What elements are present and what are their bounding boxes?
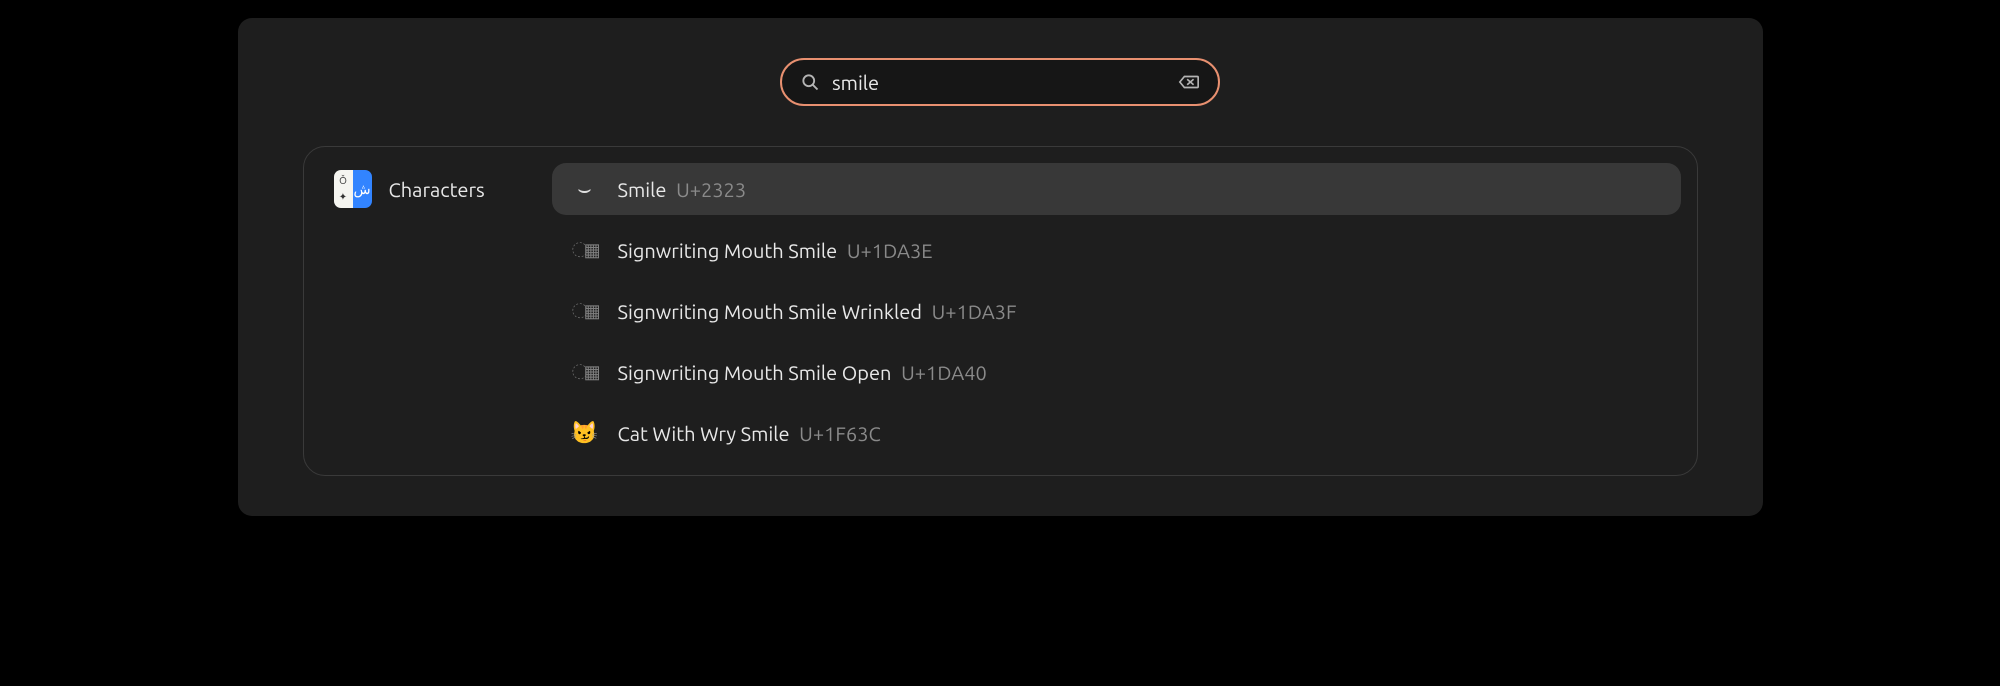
result-text: Signwriting Mouth Smile Open U+1DA40 [618,361,987,384]
result-name: Cat With Wry Smile [618,422,790,445]
result-text: Cat With Wry Smile U+1F63C [618,422,881,445]
result-name: Signwriting Mouth Smile Wrinkled [618,300,922,323]
characters-app-icon: Ǒ ✦ ش [334,170,372,208]
result-glyph: ⌣ [570,174,600,204]
category-label: Characters [389,178,485,201]
result-name: Signwriting Mouth Smile [618,239,838,262]
result-code: U+1DA3F [932,300,1017,323]
result-item[interactable]: ⌣ Smile U+2323 [552,163,1681,215]
overview-search-window: Ǒ ✦ ش Characters ⌣ Smile U+2323 ◌▦ Signwrit… [238,18,1763,516]
result-code: U+1F63C [799,422,881,445]
search-box[interactable] [780,58,1220,106]
category-characters[interactable]: Ǒ ✦ ش Characters [320,163,552,215]
result-text: Signwriting Mouth Smile U+1DA3E [618,239,933,262]
result-glyph: ◌▦ [570,357,600,387]
result-text: Signwriting Mouth Smile Wrinkled U+1DA3F [618,300,1017,323]
result-text: Smile U+2323 [618,178,747,201]
result-glyph: 😼 [570,418,600,448]
search-input[interactable] [832,71,1166,94]
result-code: U+1DA3E [847,239,933,262]
result-glyph: ◌▦ [570,296,600,326]
results-panel: Ǒ ✦ ش Characters ⌣ Smile U+2323 ◌▦ Signwrit… [303,146,1698,476]
result-item[interactable]: ◌▦ Signwriting Mouth Smile Open U+1DA40 [552,346,1681,398]
search-container [238,58,1763,106]
backspace-clear-icon[interactable] [1178,71,1200,93]
search-icon [800,72,820,92]
result-item[interactable]: ◌▦ Signwriting Mouth Smile Wrinkled U+1DA… [552,285,1681,337]
results-list: ⌣ Smile U+2323 ◌▦ Signwriting Mouth Smile U… [552,163,1681,459]
result-glyph: ◌▦ [570,235,600,265]
result-name: Signwriting Mouth Smile Open [618,361,892,384]
result-code: U+2323 [676,178,746,201]
result-name: Smile [618,178,667,201]
result-code: U+1DA40 [901,361,987,384]
result-item[interactable]: 😼 Cat With Wry Smile U+1F63C [552,407,1681,459]
result-item[interactable]: ◌▦ Signwriting Mouth Smile U+1DA3E [552,224,1681,276]
